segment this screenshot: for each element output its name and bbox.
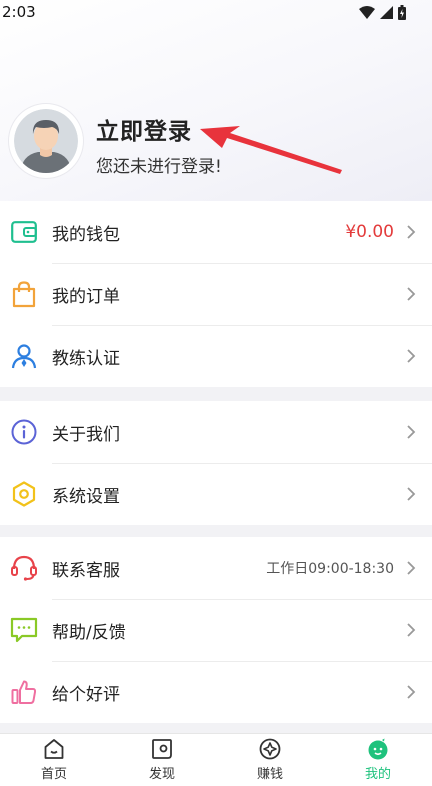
tab-label: 赚钱 (256, 767, 283, 782)
chevron-right-icon (407, 349, 416, 363)
menu-item-orders[interactable]: 我的订单 (0, 263, 432, 325)
battery-icon (398, 4, 406, 20)
signal-icon (380, 5, 393, 19)
discover-icon (152, 739, 172, 759)
chevron-right-icon (407, 623, 416, 637)
menu-item-label: 帮助/反馈 (52, 622, 126, 643)
menu-item-label: 教练认证 (52, 348, 120, 369)
menu-item-label: 我的钱包 (52, 224, 120, 245)
pointer-arrow-icon (200, 126, 342, 174)
tab-label: 我的 (364, 767, 391, 782)
menu-item-help-feedback[interactable]: 帮助/反馈 (0, 599, 432, 661)
menu-item-label: 联系客服 (52, 560, 120, 581)
menu-item-system-settings[interactable]: 系统设置 (0, 463, 432, 525)
menu-item-wallet[interactable]: 我的钱包 ¥0.00 (0, 201, 432, 263)
tab-earn[interactable]: 赚钱 (216, 734, 324, 786)
thumbs-up-icon (10, 678, 38, 706)
earn-icon (259, 738, 281, 760)
headset-icon (10, 554, 38, 582)
avatar[interactable] (9, 104, 83, 178)
status-time: 2:03 (2, 3, 36, 21)
mine-icon (368, 738, 388, 760)
feedback-icon (10, 616, 38, 644)
menu-group-support: 联系客服 工作日09:00-18:30 帮助/反馈 给个好评 (0, 537, 432, 723)
chevron-right-icon (407, 561, 416, 575)
menu-group-account: 我的钱包 ¥0.00 我的订单 教练认证 (0, 201, 432, 387)
home-icon (44, 739, 64, 759)
user-avatar-icon (14, 109, 78, 173)
login-title[interactable]: 立即登录 (96, 112, 192, 146)
menu-item-about-us[interactable]: 关于我们 (0, 401, 432, 463)
coach-icon (10, 342, 38, 370)
tab-discover[interactable]: 发现 (108, 734, 216, 786)
menu-item-label: 系统设置 (52, 486, 120, 507)
menu-item-label: 给个好评 (52, 684, 120, 705)
tab-mine[interactable]: 我的 (324, 734, 432, 786)
wallet-icon (10, 218, 38, 246)
settings-icon (10, 480, 38, 508)
shopping-bag-icon (10, 280, 38, 308)
menu-group-app: 关于我们 系统设置 (0, 401, 432, 525)
tab-label: 发现 (148, 767, 175, 782)
menu-item-customer-service[interactable]: 联系客服 工作日09:00-18:30 (0, 537, 432, 599)
status-bar: 2:03 (0, 0, 432, 24)
menu-item-rate-us[interactable]: 给个好评 (0, 661, 432, 723)
status-icons (359, 4, 406, 20)
info-icon (10, 418, 38, 446)
menu-item-label: 关于我们 (52, 424, 120, 445)
chevron-right-icon (407, 287, 416, 301)
bottom-tab-bar: 首页 发现 赚钱 我的 (0, 733, 432, 786)
profile-header: 2:03 立即登录 您还未进行登录! (0, 0, 432, 201)
tab-home[interactable]: 首页 (0, 734, 108, 786)
menu-item-coach-certification[interactable]: 教练认证 (0, 325, 432, 387)
wifi-icon (359, 5, 375, 19)
chevron-right-icon (407, 487, 416, 501)
service-hours: 工作日09:00-18:30 (266, 561, 394, 577)
chevron-right-icon (407, 225, 416, 239)
tab-label: 首页 (40, 767, 67, 782)
chevron-right-icon (407, 685, 416, 699)
chevron-right-icon (407, 425, 416, 439)
wallet-balance: ¥0.00 (345, 222, 394, 242)
menu-item-label: 我的订单 (52, 286, 120, 307)
